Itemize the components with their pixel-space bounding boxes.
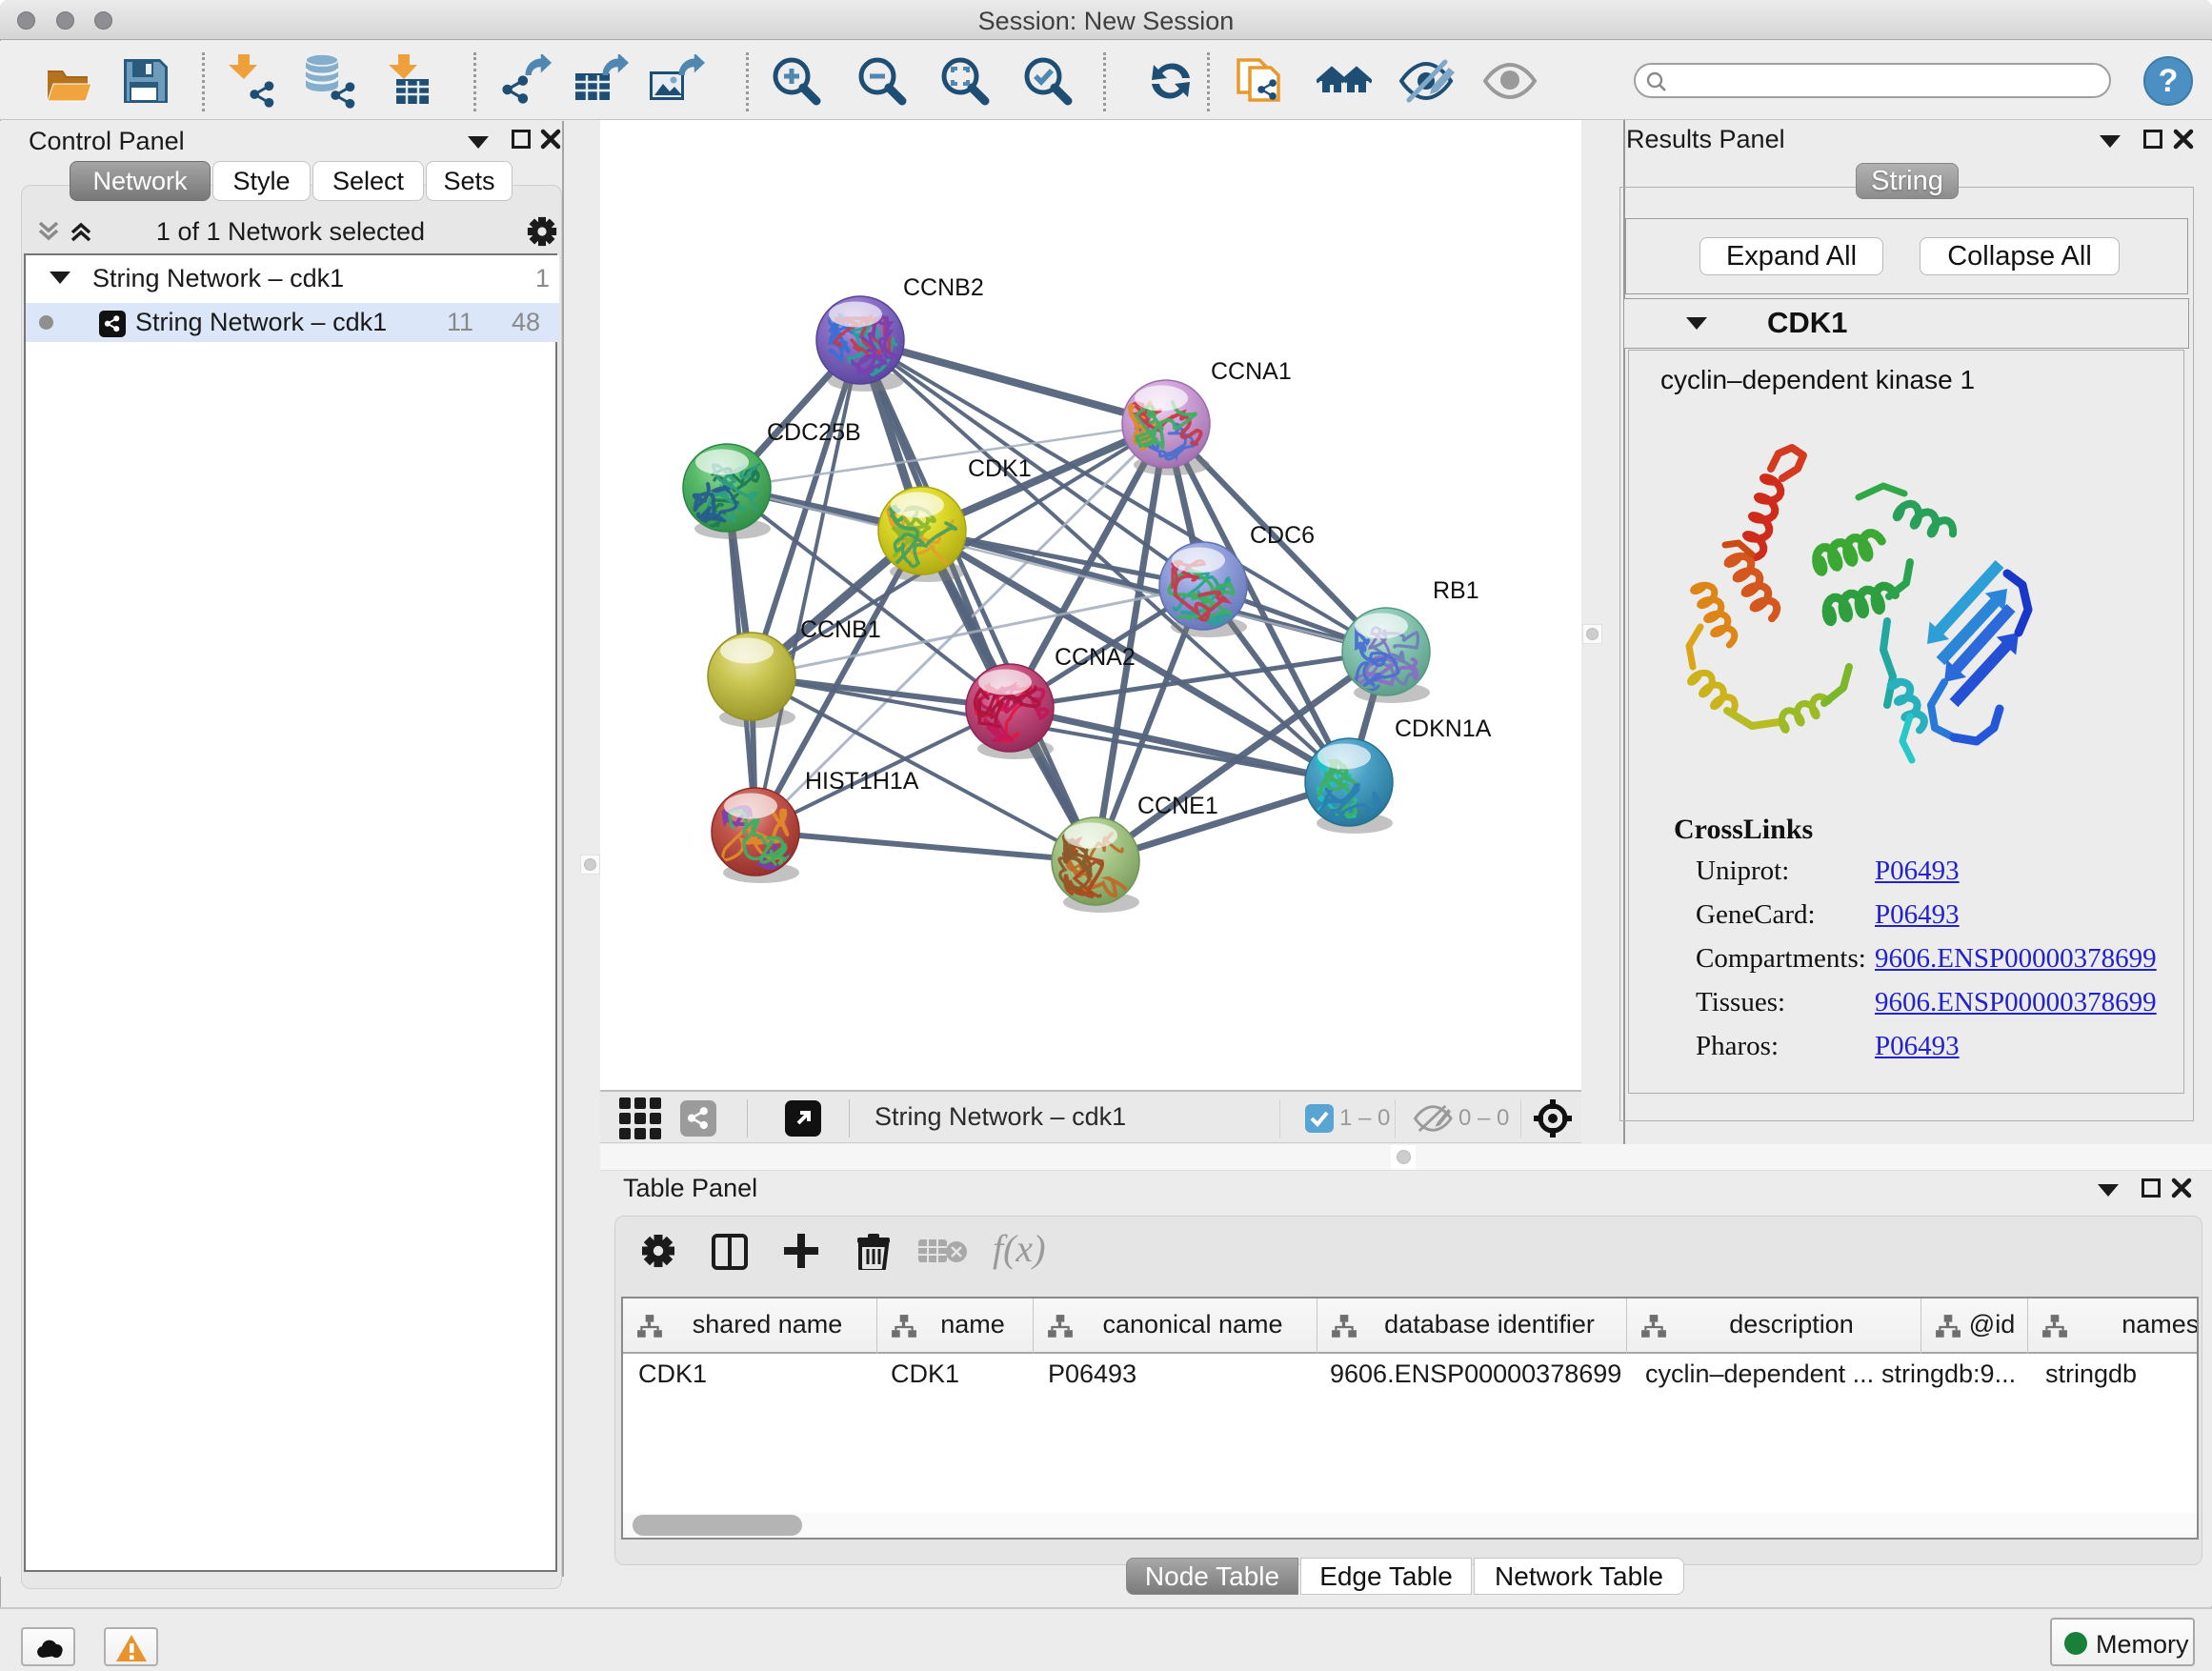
svg-text:RB1: RB1 bbox=[1433, 577, 1479, 604]
svg-text:CCNB2: CCNB2 bbox=[903, 274, 984, 301]
svg-text:CDC25B: CDC25B bbox=[767, 419, 861, 446]
svg-text:CCNE1: CCNE1 bbox=[1137, 793, 1218, 819]
svg-text:HIST1H1A: HIST1H1A bbox=[805, 768, 919, 795]
svg-text:CDK1: CDK1 bbox=[968, 455, 1032, 482]
svg-text:CCNA1: CCNA1 bbox=[1211, 358, 1292, 385]
svg-text:CDC6: CDC6 bbox=[1250, 522, 1315, 549]
svg-text:CCNB1: CCNB1 bbox=[800, 616, 881, 643]
svg-text:CCNA2: CCNA2 bbox=[1055, 644, 1136, 671]
svg-text:CDKN1A: CDKN1A bbox=[1395, 715, 1492, 742]
